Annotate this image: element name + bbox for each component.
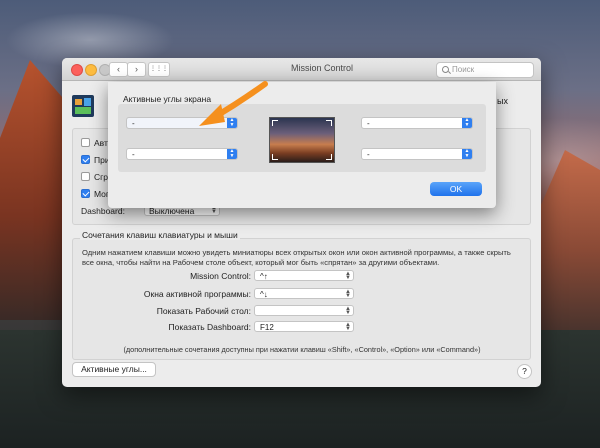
shortcut-label-show-desktop: Показать Рабочий стол:	[156, 306, 251, 316]
ok-button[interactable]: OK	[430, 182, 482, 196]
hot-corners-button[interactable]: Активные углы...	[72, 362, 156, 377]
back-button[interactable]: ‹	[109, 62, 128, 77]
shortcut-value-mission-control: ^↑	[260, 272, 268, 281]
hot-corners-sheet: Активные углы экрана - ▲ ▼ - ▲ ▼ - ▲ ▼ - ▲ ▼…	[108, 82, 496, 208]
option-checkbox-2[interactable]	[81, 155, 90, 164]
search-field[interactable]: Поиск	[436, 62, 534, 78]
corner-select-bottom-right[interactable]: - ▲ ▼	[361, 148, 473, 160]
screen-preview-thumbnail	[269, 117, 335, 163]
option-checkbox-3[interactable]	[81, 172, 90, 181]
shortcut-select-mission-control[interactable]: ^↑ ▲ ▼	[254, 270, 354, 281]
chevron-updown-icon: ▲ ▼	[345, 306, 351, 316]
keyboard-shortcuts-heading: Сочетания клавиш клавиатуры и мыши	[80, 230, 240, 240]
shortcut-label-mission-control: Mission Control:	[190, 271, 251, 281]
corner-marker-icon	[272, 120, 278, 126]
mission-control-pane-icon	[72, 95, 94, 117]
shortcut-value-app-windows: ^↓	[260, 290, 268, 299]
chevron-updown-icon: ▲ ▼	[227, 149, 237, 159]
option-label-1: Авт	[94, 138, 108, 148]
show-all-grid-button[interactable]: ⋮⋮⋮	[148, 62, 170, 77]
corner-value-bottom-left: -	[132, 150, 135, 159]
window-title: Mission Control	[290, 63, 354, 73]
chevron-updown-icon: ▲ ▼	[345, 322, 351, 332]
title-bar: ‹ › ⋮⋮⋮ Mission Control Поиск	[62, 58, 541, 81]
corner-select-top-right[interactable]: - ▲ ▼	[361, 117, 473, 129]
shortcut-label-show-dashboard: Показать Dashboard:	[168, 322, 251, 332]
option-checkbox-4[interactable]	[81, 189, 90, 198]
forward-button[interactable]: ›	[127, 62, 146, 77]
chevron-updown-icon: ▲ ▼	[462, 149, 472, 159]
corner-select-bottom-left[interactable]: - ▲ ▼	[126, 148, 238, 160]
corner-value-bottom-right: -	[367, 150, 370, 159]
option-checkbox-1[interactable]	[81, 138, 90, 147]
shortcut-select-show-desktop[interactable]: ▲ ▼	[254, 305, 354, 316]
corner-value-top-left: -	[132, 119, 135, 128]
shortcut-value-show-dashboard: F12	[260, 323, 274, 332]
shortcut-label-app-windows: Окна активной программы:	[143, 289, 251, 299]
option-label-3: Сгр	[94, 172, 108, 182]
shortcut-select-app-windows[interactable]: ^↓ ▲ ▼	[254, 288, 354, 299]
chevron-updown-icon: ▲ ▼	[345, 289, 351, 299]
keyboard-shortcuts-description: Одним нажатием клавиши можно увидеть мин…	[82, 248, 511, 267]
corner-value-top-right: -	[367, 119, 370, 128]
shortcuts-note: (дополнительные сочетания доступны при н…	[123, 345, 481, 354]
corner-marker-icon	[326, 120, 332, 126]
corner-marker-icon	[272, 154, 278, 160]
help-button[interactable]: ?	[517, 364, 532, 379]
search-placeholder: Поиск	[452, 65, 475, 74]
chevron-updown-icon: ▲ ▼	[462, 118, 472, 128]
search-icon	[442, 66, 449, 73]
close-button[interactable]	[71, 64, 83, 76]
option-label-4: Мог	[94, 189, 110, 199]
minimize-button[interactable]	[85, 64, 97, 76]
chevron-updown-icon: ▲ ▼	[345, 271, 351, 281]
clipped-header-text: ых	[497, 96, 508, 106]
annotation-arrow-icon	[199, 81, 268, 126]
shortcut-select-show-dashboard[interactable]: F12 ▲ ▼	[254, 321, 354, 332]
corner-marker-icon	[326, 154, 332, 160]
